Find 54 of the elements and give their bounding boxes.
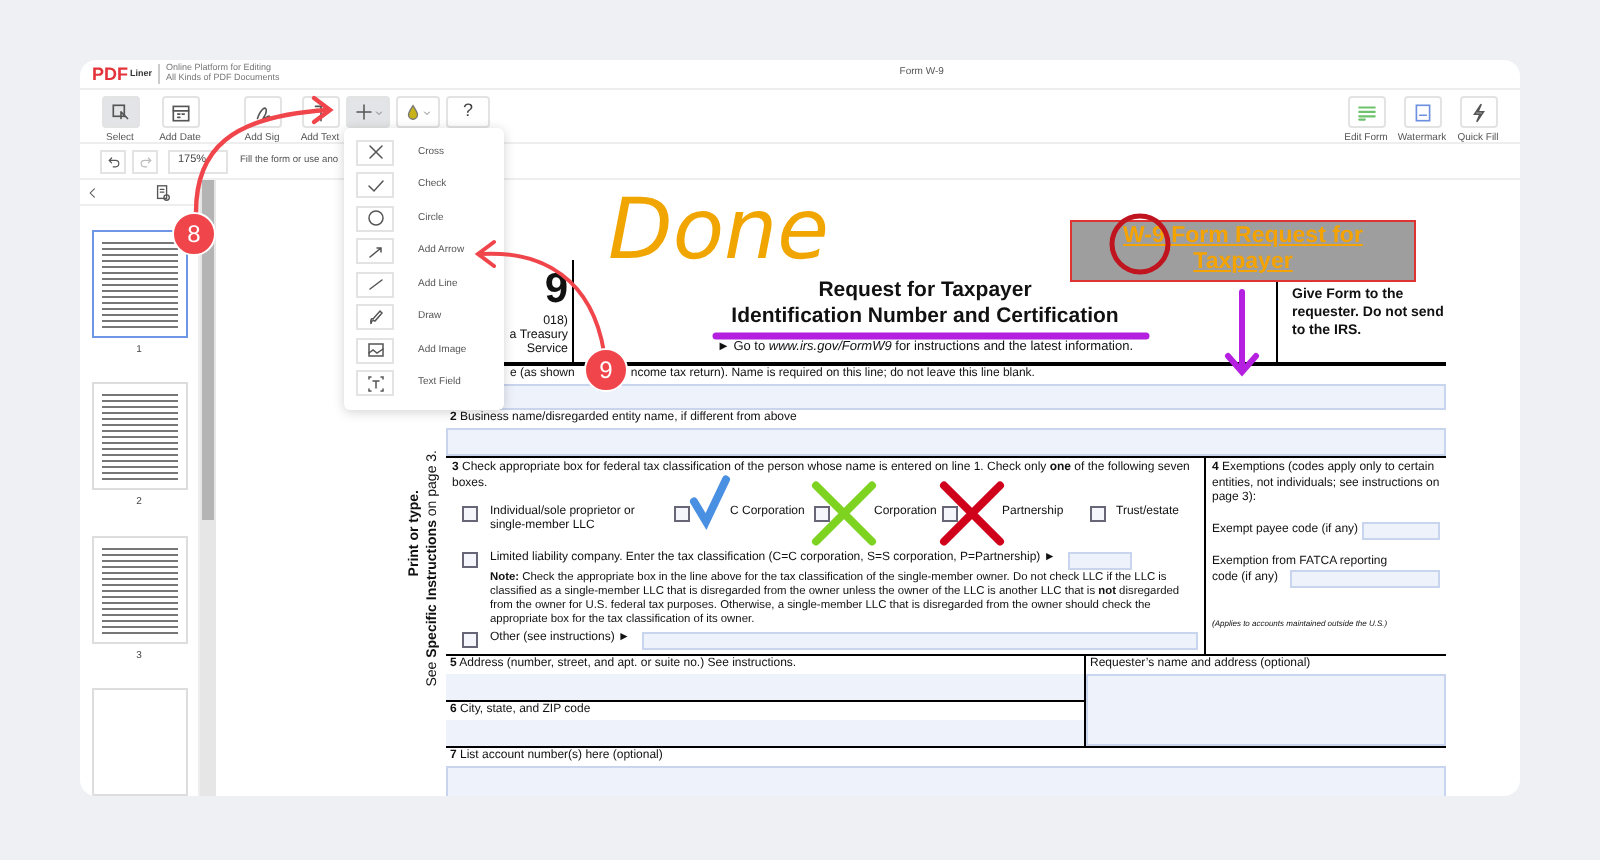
checkbox[interactable] bbox=[462, 552, 478, 569]
page-thumbnail[interactable] bbox=[91, 230, 187, 338]
checkbox[interactable] bbox=[462, 505, 478, 522]
text-field[interactable] bbox=[641, 631, 1198, 649]
color-dropdown[interactable] bbox=[396, 96, 440, 128]
text-field[interactable] bbox=[446, 428, 1446, 457]
form-number-text: 9 bbox=[544, 268, 568, 310]
document-icon bbox=[1411, 101, 1433, 123]
checkbox[interactable] bbox=[942, 505, 958, 522]
handwritten-text: Done bbox=[608, 188, 829, 272]
text-field[interactable] bbox=[446, 673, 1084, 700]
image-icon bbox=[365, 340, 385, 361]
check-icon bbox=[365, 175, 385, 196]
form-title: Request for Taxpayer bbox=[818, 278, 1032, 304]
insert-dropdown[interactable] bbox=[346, 96, 390, 128]
caret-icon bbox=[422, 107, 432, 117]
calendar-icon bbox=[169, 101, 191, 123]
line-icon bbox=[365, 274, 385, 295]
callout-badge: 9 bbox=[584, 348, 628, 392]
logo: PDF bbox=[92, 65, 128, 83]
select-icon bbox=[109, 101, 131, 123]
text-field[interactable] bbox=[1290, 570, 1440, 589]
curved-arrow bbox=[474, 240, 606, 354]
cross-icon bbox=[365, 142, 385, 163]
redo-icon bbox=[137, 153, 153, 169]
undo-button[interactable] bbox=[100, 149, 126, 173]
plus-icon bbox=[353, 102, 373, 122]
lightning-icon bbox=[1467, 101, 1489, 123]
signature-icon bbox=[251, 101, 273, 123]
caret-icon bbox=[373, 107, 383, 117]
help-button[interactable]: ? bbox=[446, 96, 490, 128]
text-field[interactable] bbox=[446, 766, 1446, 796]
text-field[interactable] bbox=[1086, 673, 1446, 746]
circle-icon bbox=[365, 208, 385, 229]
highlighted-text-box: W-9 Form Request for Taxpayer bbox=[1070, 220, 1416, 282]
chevron-left-icon bbox=[86, 185, 100, 199]
text-field-icon bbox=[365, 373, 385, 394]
brush-icon bbox=[365, 307, 385, 328]
undo-icon bbox=[105, 153, 121, 169]
checkbox[interactable] bbox=[462, 631, 478, 647]
text-field[interactable] bbox=[446, 719, 1084, 746]
scrollbar[interactable] bbox=[200, 180, 216, 796]
down-arrow bbox=[1225, 289, 1259, 377]
text-field[interactable] bbox=[1362, 521, 1440, 540]
arrow-icon bbox=[365, 241, 385, 262]
checkbox[interactable] bbox=[814, 505, 830, 522]
text-field[interactable] bbox=[1067, 552, 1132, 571]
circle-mark bbox=[1109, 213, 1171, 275]
form-lines-icon bbox=[1355, 101, 1377, 123]
form-title: Identification Number and Certification bbox=[731, 303, 1119, 329]
checkbox[interactable] bbox=[674, 505, 690, 522]
page-gear-icon bbox=[154, 183, 172, 201]
paint-drop-icon bbox=[404, 102, 422, 122]
checkbox[interactable] bbox=[1090, 505, 1106, 522]
